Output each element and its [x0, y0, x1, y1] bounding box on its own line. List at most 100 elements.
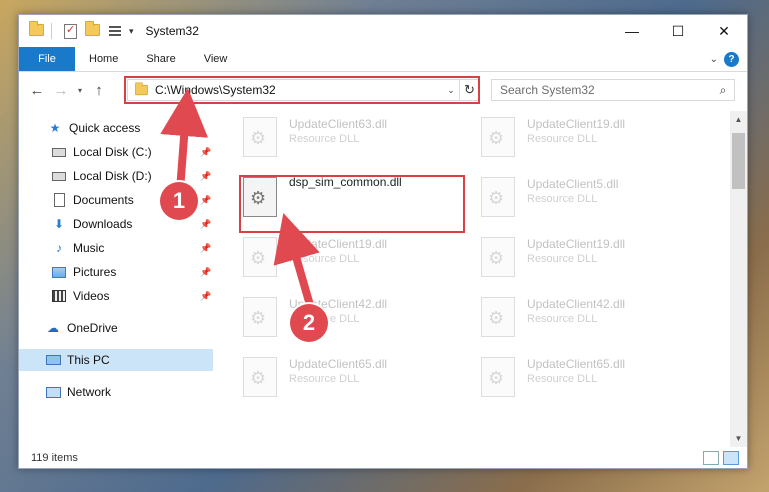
file-type: Resource DLL	[527, 373, 598, 385]
disk-icon	[51, 145, 67, 159]
file-type: Resource DLL	[289, 373, 360, 385]
dll-file-icon	[243, 357, 277, 397]
nav-item-label: This PC	[67, 353, 110, 367]
pin-icon: 📌	[200, 242, 212, 253]
nav-item-label: Quick access	[69, 121, 141, 135]
nav-item-local-disk-c[interactable]: Local Disk (C:) 📌	[19, 141, 213, 163]
file-name: UpdateClient63.dll	[289, 117, 388, 131]
pin-icon: 📌	[200, 266, 212, 277]
file-type: Resource DLL	[527, 313, 598, 325]
nav-item-label: OneDrive	[67, 321, 118, 335]
dll-file-icon	[481, 237, 515, 277]
status-bar: 119 items	[19, 447, 747, 469]
scroll-down-icon[interactable]: ▼	[730, 430, 747, 447]
tab-view[interactable]: View	[190, 47, 242, 71]
file-item[interactable]: UpdateClient5.dll Resource DLL	[457, 171, 677, 221]
nav-item-label: Local Disk (D:)	[73, 169, 152, 183]
videos-icon	[51, 289, 67, 303]
dll-file-icon	[481, 117, 515, 157]
nav-item-label: Documents	[73, 193, 134, 207]
pin-icon: 📌	[200, 218, 212, 229]
file-type: Resource DLL	[289, 133, 360, 145]
file-name: UpdateClient65.dll	[289, 357, 388, 371]
music-icon: ♪	[56, 241, 62, 255]
properties-icon[interactable]	[64, 23, 77, 39]
file-type: Resource DLL	[527, 193, 598, 205]
window-title: System32	[145, 24, 199, 38]
dll-file-icon	[243, 297, 277, 337]
up-arrow-icon[interactable]: ↑	[87, 78, 111, 102]
nav-item-videos[interactable]: Videos 📌	[19, 285, 213, 307]
nav-item-label: Local Disk (C:)	[73, 145, 152, 159]
forward-arrow-icon[interactable]: →	[49, 78, 73, 102]
file-item[interactable]: UpdateClient42.dllResource DLL	[457, 291, 677, 341]
quick-access-dropdown-icon[interactable]: ▾	[129, 26, 134, 37]
download-icon: ⬇	[53, 217, 65, 231]
scrollbar-thumb[interactable]	[732, 133, 745, 189]
close-button[interactable]: ✕	[701, 15, 747, 47]
file-item[interactable]: UpdateClient19.dll Resource DLL	[457, 111, 677, 161]
pin-icon: 📌	[200, 146, 212, 157]
quick-access-divider	[51, 23, 52, 39]
search-icon[interactable]: ⌕	[712, 83, 734, 98]
dll-file-icon	[481, 177, 515, 217]
expand-ribbon-icon[interactable]: ⌄	[710, 54, 718, 65]
minimize-button[interactable]: —	[609, 15, 655, 47]
pin-icon: 📌	[200, 290, 212, 301]
nav-item-this-pc[interactable]: This PC	[19, 349, 213, 371]
nav-item-network[interactable]: Network	[19, 381, 213, 403]
file-item[interactable]: UpdateClient65.dll Resource DLL	[457, 351, 677, 401]
folder-icon	[29, 21, 45, 38]
tab-file[interactable]: File	[19, 47, 75, 71]
this-pc-icon	[45, 353, 61, 367]
nav-item-label: Music	[73, 241, 105, 255]
file-item[interactable]: UpdateClient42.dllResource DLL	[219, 291, 439, 341]
details-view-icon[interactable]	[703, 451, 719, 465]
step-2-badge: 2	[290, 304, 328, 342]
step-1-badge: 1	[160, 182, 198, 220]
maximize-button[interactable]: ☐	[655, 15, 701, 47]
file-name: UpdateClient5.dll	[527, 177, 619, 191]
large-icons-view-icon[interactable]	[723, 451, 739, 465]
nav-item-label: Downloads	[73, 217, 133, 231]
file-item[interactable]: UpdateClient19.dll Resource DLL	[219, 231, 439, 281]
file-item[interactable]: UpdateClient65.dll Resource DLL	[219, 351, 439, 401]
file-name: UpdateClient65.dll	[527, 357, 626, 371]
navigation-pane: ★ Quick access Local Disk (C:) 📌 Local D…	[19, 111, 213, 447]
file-highlight-box	[239, 175, 465, 233]
dll-file-icon	[481, 297, 515, 337]
new-folder-icon[interactable]	[85, 21, 101, 38]
file-type: Resource DLL	[289, 253, 360, 265]
address-highlight-box	[124, 76, 480, 104]
document-icon	[51, 193, 67, 207]
tab-share[interactable]: Share	[132, 47, 189, 71]
address-row: ← → ▾ ↑ C:\Windows\System32 ⌄ ↻ Search S…	[19, 73, 747, 107]
network-icon	[45, 385, 61, 399]
customize-toolbar-icon[interactable]	[109, 24, 125, 38]
file-name: UpdateClient19.dll	[289, 237, 388, 251]
nav-item-onedrive[interactable]: ☁ OneDrive	[19, 317, 213, 339]
back-arrow-icon[interactable]: ←	[25, 78, 49, 102]
nav-item-music[interactable]: ♪ Music 📌	[19, 237, 213, 259]
file-item[interactable]: UpdateClient19.dll Resource DLL	[457, 231, 677, 281]
scroll-up-icon[interactable]: ▲	[730, 111, 747, 128]
nav-item-label: Pictures	[73, 265, 117, 279]
dll-file-icon	[243, 117, 277, 157]
item-count: 119 items	[31, 452, 78, 464]
file-list: UpdateClient63.dll Resource DLL UpdateCli…	[219, 111, 733, 447]
file-item[interactable]: UpdateClient63.dll Resource DLL	[219, 111, 439, 161]
ribbon-tabs: File Home Share View ⌄ ?	[19, 47, 747, 72]
help-icon[interactable]: ?	[724, 51, 739, 67]
nav-item-quick-access[interactable]: ★ Quick access	[19, 117, 213, 139]
dll-file-icon	[481, 357, 515, 397]
nav-item-pictures[interactable]: Pictures 📌	[19, 261, 213, 283]
search-input[interactable]: Search System32	[500, 83, 712, 97]
recent-locations-dropdown-icon[interactable]: ▾	[73, 86, 87, 95]
search-box[interactable]: Search System32 ⌕	[491, 79, 735, 101]
file-type: Resource DLL	[527, 133, 598, 145]
star-icon: ★	[49, 121, 61, 135]
vertical-scrollbar[interactable]: ▲ ▼	[730, 111, 747, 447]
file-name: UpdateClient19.dll	[527, 237, 626, 251]
tab-home[interactable]: Home	[75, 47, 132, 71]
dll-file-icon	[243, 237, 277, 277]
